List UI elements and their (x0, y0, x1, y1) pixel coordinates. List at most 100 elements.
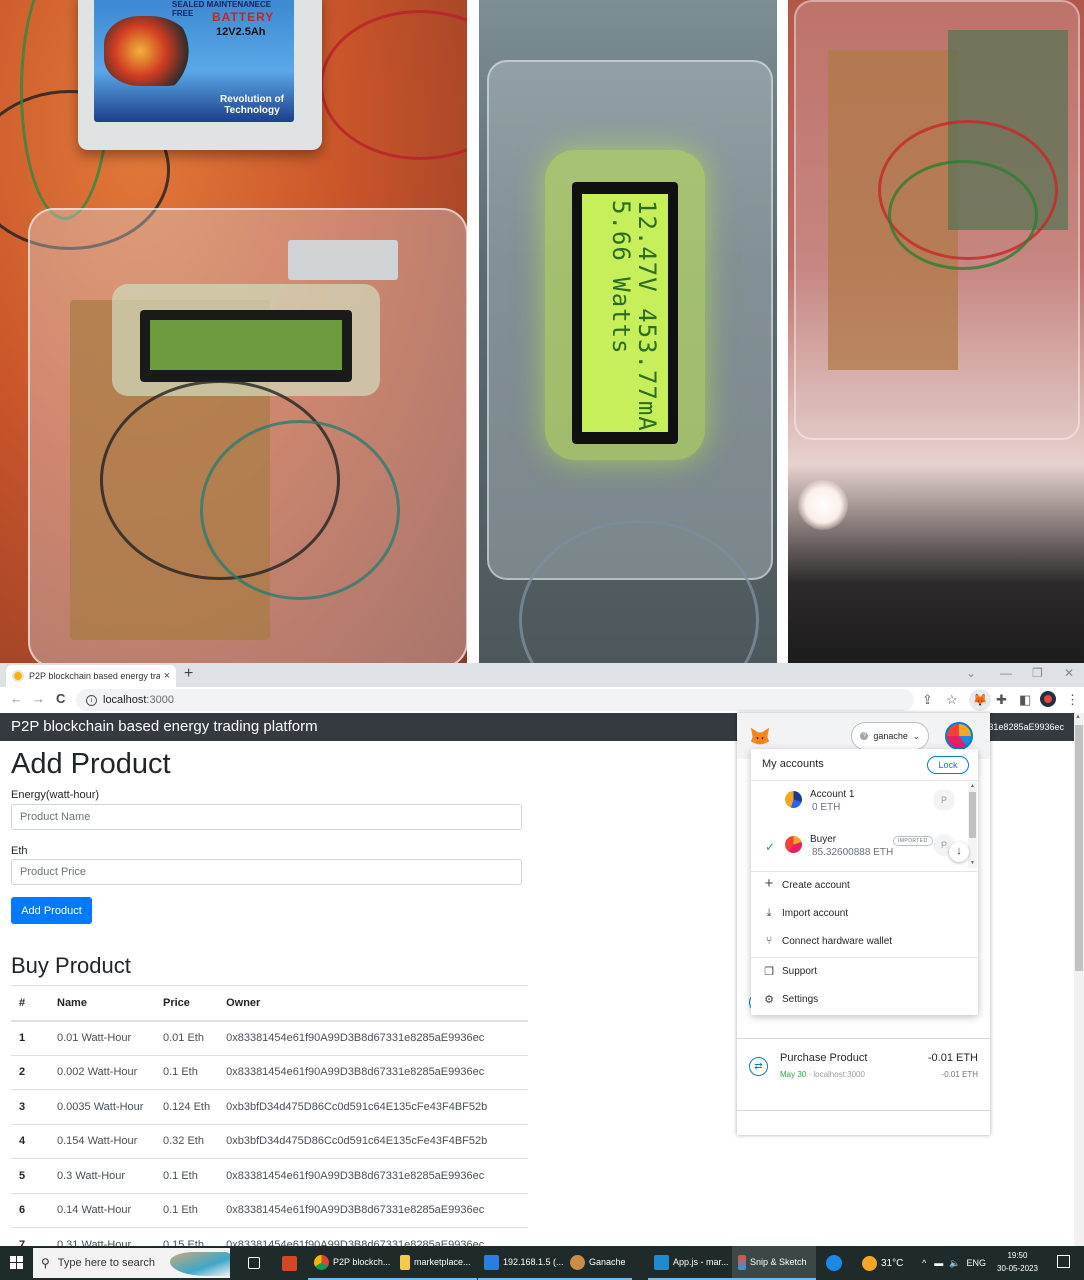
page-scrollbar[interactable]: ▲ (1074, 713, 1084, 1246)
accounts-scrollbar[interactable]: ▲ ▼ (968, 782, 977, 868)
activity-subtitle: May 30 · localhost:3000 (780, 1070, 865, 1079)
lcd-line-voltage-current: 12.47V 453.77mA (633, 200, 661, 432)
network-name: ganache (873, 731, 908, 741)
battery-label: SEALED MAINTENANECE FREE BATTERY 12V2.5A… (94, 0, 294, 122)
profile-icon[interactable] (1040, 691, 1056, 707)
help-icon[interactable] (826, 1246, 846, 1280)
hardware-wallet-icon: ⑂ (765, 935, 773, 947)
notifications-icon[interactable] (1057, 1255, 1070, 1268)
taskbar-ganache[interactable]: Ganache (564, 1246, 632, 1280)
taskbar-vscode[interactable]: App.js - mar... (648, 1246, 735, 1280)
account-pin-button[interactable]: P (933, 789, 955, 811)
selected-check-icon: ✓ (765, 840, 776, 854)
account-item[interactable]: Account 1 0 ETH P (751, 782, 967, 826)
metamask-extension-icon[interactable]: 🦊 (969, 689, 991, 711)
lcd-display: 12.47V 453.77mA 5.66 Watts (572, 182, 678, 444)
taskbar-vnc[interactable]: 192.168.1.5 (... (478, 1246, 570, 1280)
row-owner: 0xb3bfD34d475D86Cc0d591c64E135cFe43F4BF5… (218, 1123, 528, 1159)
table-header-row: # Name Price Owner (11, 985, 528, 1022)
kebab-menu-icon[interactable]: ⋮ (1066, 692, 1079, 708)
taskbar-powerpoint[interactable] (276, 1246, 307, 1280)
share-icon[interactable]: ⇪ (922, 692, 933, 708)
product-name-input[interactable] (11, 804, 522, 830)
battery-rating: 12V2.5Ah (216, 26, 266, 38)
scroll-down-arrow-icon[interactable]: ▼ (970, 860, 975, 866)
volume-icon[interactable]: 🔈 (949, 1258, 960, 1269)
browser-tab-bar: P2P blockchain based energy tra × + ⌄ — … (0, 663, 1084, 687)
add-product-button[interactable]: Add Product (11, 897, 92, 924)
row-id: 1 (11, 1020, 49, 1055)
menu-settings[interactable]: ⚙ Settings (751, 986, 978, 1014)
vnc-icon (484, 1254, 499, 1270)
language-indicator[interactable]: ENG (966, 1258, 986, 1268)
table-row[interactable]: 2 0.002 Watt-Hour 0.1 Eth 0x83381454e61f90A… (11, 1054, 528, 1090)
task-view-icon (248, 1257, 260, 1269)
address-bar[interactable]: i localhost:3000 (76, 689, 914, 711)
account-balance: 85.32600888 ETH (812, 847, 894, 858)
table-row[interactable]: 4 0.154 Watt-Hour 0.32 Eth 0xb3bfD34d475D86… (11, 1123, 528, 1159)
lock-button[interactable]: Lock (927, 756, 969, 774)
page-scrollbar-thumb[interactable] (1075, 725, 1083, 971)
taskbar-item-label: Ganache (589, 1257, 626, 1267)
activity-item[interactable]: ⇄ Purchase Product May 30 · localhost:30… (737, 1039, 990, 1111)
scroll-up-arrow-icon[interactable]: ▲ (970, 783, 975, 789)
restore-button[interactable]: ❐ (1032, 666, 1043, 680)
account-avatar-button[interactable] (945, 722, 973, 750)
network-selector[interactable]: ? ganache ⌄ (851, 722, 929, 750)
menu-create-account[interactable]: + Create account (751, 872, 978, 900)
windows-start-icon[interactable] (10, 1256, 23, 1269)
motorcycle-graphic (104, 16, 194, 86)
table-row[interactable]: 5 0.3 Watt-Hour 0.1 Eth 0x83381454e61f90A99… (11, 1158, 528, 1193)
battery-tray-icon[interactable]: ▬ (934, 1258, 943, 1268)
row-price: 0.1 Eth (155, 1054, 219, 1090)
taskbar-clock[interactable]: 19:50 30-05-2023 (997, 1249, 1038, 1275)
close-window-button[interactable]: ✕ (1064, 666, 1074, 680)
tab-search-icon[interactable]: ⌄ (966, 666, 976, 680)
ganache-icon (570, 1254, 585, 1270)
puzzle-icon[interactable]: ✚ (996, 692, 1007, 708)
menu-connect-hardware-wallet[interactable]: ⑂ Connect hardware wallet (751, 928, 978, 956)
taskbar-file-explorer[interactable]: marketplace... (394, 1246, 477, 1280)
taskbar-chrome[interactable]: P2P blockch... (308, 1246, 397, 1280)
sidepanel-icon[interactable]: ◧ (1019, 692, 1031, 708)
my-accounts-title: My accounts (762, 758, 824, 770)
site-info-icon[interactable]: i (86, 694, 97, 706)
new-tab-button[interactable]: + (184, 665, 193, 683)
product-price-input[interactable] (11, 859, 522, 885)
row-owner: 0x83381454e61f90A99D3B8d67331e8285aE9936… (218, 1158, 528, 1193)
network-badge-icon: ? (860, 732, 869, 740)
search-placeholder: Type here to search (57, 1257, 156, 1269)
accounts-scrollbar-thumb[interactable] (969, 792, 976, 838)
windows-taskbar: ⚲ Type here to search P2P blockch... mar… (0, 1246, 1084, 1280)
table-row[interactable]: 3 0.0035 Watt-Hour 0.124 Eth 0xb3bfD34d475D… (11, 1089, 528, 1124)
back-button[interactable]: ← (10, 691, 23, 706)
chevron-down-icon: ⌄ (912, 731, 920, 741)
battery-text-line2: BATTERY (212, 10, 275, 24)
forward-button[interactable]: → (32, 691, 45, 706)
account-item-selected[interactable]: ✓ Buyer 85.32600888 ETH IMPORTED P (751, 827, 967, 871)
menu-label: Support (782, 966, 818, 977)
taskbar-search[interactable]: ⚲ Type here to search (33, 1248, 230, 1278)
row-price: 0.01 Eth (155, 1020, 219, 1055)
menu-import-account[interactable]: ⤓ Import account (751, 900, 978, 928)
usb-ports (288, 240, 398, 280)
task-view-button[interactable] (242, 1246, 270, 1280)
scroll-up-arrow-icon[interactable]: ▲ (1075, 714, 1081, 720)
table-row[interactable]: 6 0.14 Watt-Hour 0.1 Eth 0x83381454e61f90A9… (11, 1192, 528, 1228)
show-hidden-icons-icon[interactable]: ^ (922, 1258, 926, 1268)
taskbar-snip-sketch[interactable]: Snip & Sketch (732, 1246, 816, 1280)
taskbar-item-label: App.js - mar... (673, 1257, 729, 1267)
close-tab-icon[interactable]: × (164, 670, 170, 682)
menu-support[interactable]: ❐ Support (751, 958, 978, 986)
photo-lcd-reading: 12.47V 453.77mA 5.66 Watts (479, 0, 777, 663)
minimize-button[interactable]: — (1000, 666, 1012, 680)
reload-button[interactable]: C (56, 691, 65, 706)
star-icon[interactable]: ☆ (946, 692, 958, 708)
row-name: 0.002 Watt-Hour (49, 1054, 155, 1090)
account-menu: My accounts Lock Account 1 0 ETH P ✓ Buy… (751, 749, 978, 1015)
table-row[interactable]: 1 0.01 Watt-Hour 0.01 Eth 0x83381454e61f90A… (11, 1020, 528, 1055)
column-header-name: Name (49, 985, 155, 1022)
browser-tab[interactable]: P2P blockchain based energy tra × (6, 665, 176, 687)
scroll-down-button[interactable]: ↓ (949, 842, 969, 862)
weather-widget[interactable]: 31°C (862, 1246, 903, 1280)
